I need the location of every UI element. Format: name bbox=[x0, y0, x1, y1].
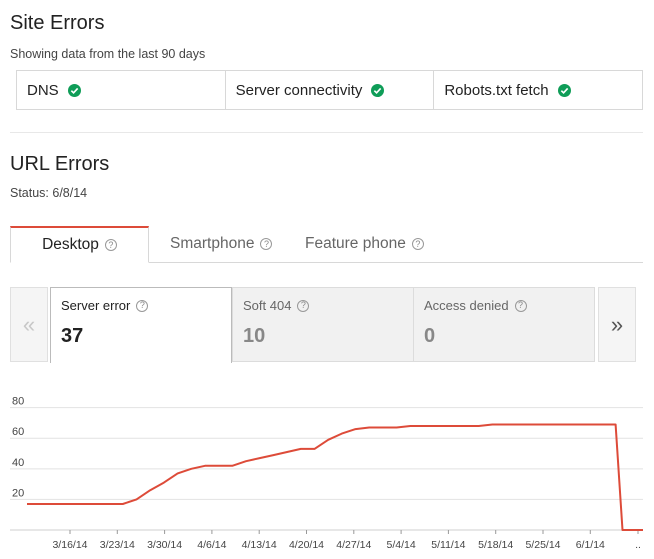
url-errors-chart: 20 40 60 80 3/16/14 3/23/14 3/30/14 4/6/14 4/13/… bbox=[10, 396, 643, 551]
robots-fetch-label: Robots.txt fetch bbox=[444, 81, 549, 99]
x-tick-label: 4/27/14 bbox=[336, 539, 371, 551]
x-tick-label: 5/18/14 bbox=[478, 539, 513, 551]
tab-feature-phone-label: Feature phone bbox=[305, 235, 406, 252]
metric-soft-404-label: Soft 404 bbox=[243, 298, 292, 313]
check-circle-icon bbox=[557, 83, 571, 97]
site-box-server-connectivity[interactable]: Server connectivity bbox=[226, 71, 435, 109]
help-icon[interactable]: ? bbox=[260, 238, 273, 250]
metric-access-denied[interactable]: Access denied ? 0 bbox=[413, 287, 595, 362]
check-circle-icon bbox=[371, 83, 385, 97]
help-icon[interactable]: ? bbox=[514, 299, 527, 312]
tab-desktop-label: Desktop bbox=[42, 236, 99, 253]
dns-label: DNS bbox=[27, 81, 59, 99]
error-metrics: « Server error ? 37 Soft 404 ? 10 Access… bbox=[10, 287, 636, 363]
metric-server-error-value: 37 bbox=[61, 325, 84, 347]
metric-access-denied-label: Access denied bbox=[424, 298, 509, 313]
x-tick-label: 3/30/14 bbox=[147, 539, 182, 551]
help-icon[interactable]: ? bbox=[411, 238, 424, 250]
y-tick-label: 20 bbox=[12, 487, 24, 499]
x-tick-label: 4/20/14 bbox=[289, 539, 324, 551]
x-tick-label: 3/16/14 bbox=[52, 539, 87, 551]
check-circle-icon bbox=[67, 83, 81, 97]
metric-soft-404-value: 10 bbox=[243, 325, 266, 347]
metric-server-error[interactable]: Server error ? 37 bbox=[50, 287, 232, 363]
metric-access-denied-value: 0 bbox=[424, 325, 436, 347]
url-errors-status: Status: 6/8/14 bbox=[10, 186, 88, 200]
x-tick-label: 4/6/14 bbox=[197, 539, 226, 551]
site-errors-panel: DNS Server connectivity Robots.txt fetch bbox=[16, 70, 643, 110]
tab-feature-phone[interactable]: Feature phone ? bbox=[305, 226, 424, 262]
tab-desktop[interactable]: Desktop ? bbox=[10, 226, 149, 263]
y-tick-label: 60 bbox=[12, 426, 24, 438]
tab-smartphone-label: Smartphone bbox=[170, 235, 255, 252]
section-divider bbox=[10, 132, 643, 133]
x-tick-label: .. bbox=[635, 539, 641, 551]
help-icon[interactable]: ? bbox=[297, 299, 310, 312]
metric-server-error-label: Server error bbox=[61, 298, 131, 313]
site-box-dns[interactable]: DNS bbox=[17, 71, 226, 109]
tab-smartphone[interactable]: Smartphone ? bbox=[170, 226, 273, 262]
server-connectivity-label: Server connectivity bbox=[235, 81, 363, 99]
site-box-robots-fetch[interactable]: Robots.txt fetch bbox=[434, 71, 642, 109]
device-tabs: Desktop ? Smartphone ? Feature phone ? bbox=[10, 226, 643, 263]
x-tick-label: 5/4/14 bbox=[386, 539, 415, 551]
y-tick-label: 40 bbox=[12, 457, 24, 469]
y-tick-label: 80 bbox=[12, 396, 24, 408]
site-errors-subtitle: Showing data from the last 90 days bbox=[10, 47, 206, 61]
metric-soft-404[interactable]: Soft 404 ? 10 bbox=[232, 287, 414, 362]
help-icon[interactable]: ? bbox=[136, 299, 149, 312]
x-tick-label: 4/13/14 bbox=[242, 539, 277, 551]
url-errors-title: URL Errors bbox=[10, 153, 110, 175]
x-tick-label: 5/11/14 bbox=[431, 539, 465, 551]
x-tick-label: 6/1/14 bbox=[576, 539, 605, 551]
x-tick-label: 3/23/14 bbox=[100, 539, 135, 551]
series-line bbox=[27, 423, 643, 531]
x-tick-label: 5/25/14 bbox=[525, 539, 560, 551]
next-arrow-button[interactable]: » bbox=[598, 287, 636, 362]
prev-arrow-button[interactable]: « bbox=[10, 287, 48, 362]
help-icon[interactable]: ? bbox=[104, 239, 117, 251]
site-errors-title: Site Errors bbox=[10, 12, 105, 34]
